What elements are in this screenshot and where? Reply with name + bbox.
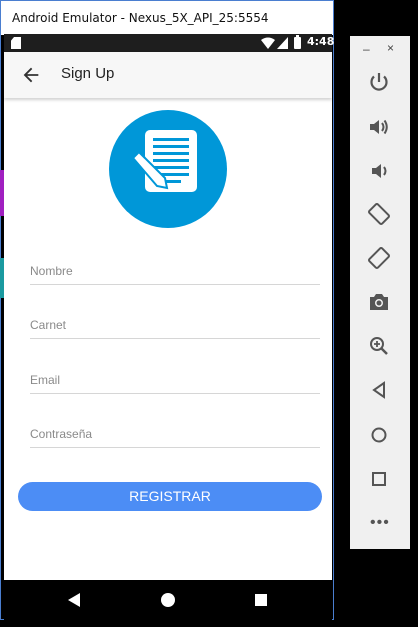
window-title: Android Emulator - Nexus_5X_API_25:5554 — [1, 1, 333, 35]
carnet-input[interactable] — [30, 311, 320, 338]
page-title: Sign Up — [61, 65, 115, 82]
zoom-icon[interactable] — [367, 334, 391, 358]
app-screen: Sign Up REGISTRAR — [4, 52, 332, 580]
password-field[interactable] — [30, 420, 320, 448]
nav-bar — [4, 580, 332, 620]
carnet-field[interactable] — [30, 311, 320, 339]
more-icon[interactable]: ••• — [370, 514, 390, 532]
back-icon[interactable] — [367, 378, 391, 402]
status-bar: 4:48 — [4, 34, 335, 52]
home-icon[interactable] — [367, 423, 391, 447]
emulator-toolbar: – × ••• — [350, 36, 410, 549]
minimize-button[interactable]: – — [363, 42, 370, 56]
recents-square-icon[interactable] — [255, 594, 267, 606]
password-input[interactable] — [30, 420, 320, 447]
nombre-field[interactable] — [30, 257, 320, 285]
wifi-icon — [261, 37, 275, 49]
rotate-left-icon[interactable] — [367, 202, 391, 226]
power-icon[interactable] — [367, 70, 391, 94]
overview-icon[interactable] — [367, 467, 391, 491]
volume-up-icon[interactable] — [367, 115, 391, 139]
signal-icon — [277, 37, 288, 49]
home-circle-icon[interactable] — [161, 593, 175, 607]
document-edit-icon — [131, 130, 197, 192]
app-bar: Sign Up — [4, 52, 332, 98]
volume-down-icon[interactable] — [367, 159, 391, 183]
back-triangle-icon[interactable] — [68, 593, 80, 607]
nombre-input[interactable] — [30, 257, 320, 284]
status-time: 4:48 — [307, 35, 335, 48]
email-field[interactable] — [30, 366, 320, 394]
register-button[interactable]: REGISTRAR — [18, 482, 322, 511]
arrow-back-icon[interactable] — [20, 64, 42, 86]
camera-icon[interactable] — [367, 290, 391, 314]
rotate-right-icon[interactable] — [367, 246, 391, 270]
email-input[interactable] — [30, 366, 320, 393]
header-avatar — [109, 110, 227, 228]
close-button[interactable]: × — [387, 41, 394, 55]
sd-card-icon — [11, 37, 21, 49]
battery-icon — [294, 35, 301, 49]
